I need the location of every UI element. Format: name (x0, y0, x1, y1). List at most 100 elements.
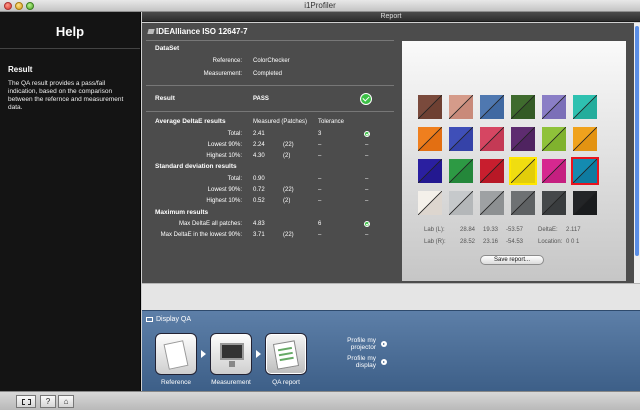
color-swatch[interactable] (542, 127, 566, 151)
color-swatch[interactable] (418, 127, 442, 151)
window-titlebar: i1Profiler (0, 0, 640, 12)
dataset-heading: DataSet (155, 45, 180, 52)
report-title-text: IDEAlliance ISO 12647-7 (156, 27, 248, 36)
color-swatch[interactable] (511, 127, 535, 151)
pass-check-icon (364, 221, 370, 227)
swatch-compare (573, 127, 597, 151)
color-swatch[interactable] (509, 157, 537, 185)
status-value: – (365, 232, 369, 238)
save-report-button[interactable]: Save report... (480, 255, 544, 265)
lab-r-value-l: 28.52 (460, 239, 476, 245)
color-swatch[interactable] (542, 159, 566, 183)
swatch-compare (542, 95, 566, 119)
color-swatch[interactable] (449, 95, 473, 119)
swatch-compare (418, 159, 442, 183)
lab-l-value-l: 28.84 (460, 227, 476, 233)
pass-check-icon (360, 93, 372, 105)
swatch-compare (449, 95, 473, 119)
patch-count: (22) (283, 232, 294, 238)
swatch-compare (449, 127, 473, 151)
tolerance-value: – (318, 153, 322, 159)
home-button[interactable]: ⌂ (58, 395, 74, 408)
swatch-compare (542, 191, 566, 215)
swatch-compare (418, 127, 442, 151)
step-qa-report[interactable] (265, 333, 307, 375)
color-swatch[interactable] (480, 159, 504, 183)
measured-value: 3.71 (253, 232, 265, 238)
lab-l-value-b: -53.57 (506, 227, 524, 233)
step-measurement-label: Measurement (211, 379, 251, 386)
color-swatch[interactable] (511, 95, 535, 119)
workflow-title: Display QA (156, 316, 192, 323)
measurement-value: Completed (253, 71, 283, 77)
result-value: PASS (253, 96, 269, 102)
color-swatch[interactable] (573, 191, 597, 215)
swatch-compare (573, 95, 597, 119)
bottom-toolbar: ? ⌂ (0, 391, 640, 410)
maximum-results-heading: Maximum results (155, 209, 209, 216)
status-value: – (365, 187, 369, 193)
workflow-panel: Display QA Reference Measurement QA repo… (142, 310, 640, 391)
color-swatch[interactable] (480, 127, 504, 151)
lab-r-value-a: 23.16 (483, 239, 499, 245)
result-row: PASS (142, 95, 392, 103)
help-divider (0, 48, 140, 49)
color-swatch[interactable] (542, 191, 566, 215)
color-swatch[interactable] (511, 191, 535, 215)
profile-projector-link[interactable]: Profile my projector (334, 337, 376, 351)
fullscreen-icon (21, 398, 31, 405)
measured-value: 2.41 (253, 131, 265, 137)
patch-count: (2) (283, 198, 291, 204)
fullscreen-button[interactable] (16, 395, 36, 408)
go-arrow-icon[interactable] (381, 359, 387, 365)
deltae-label: DeltaE: (538, 227, 558, 233)
color-swatch[interactable] (449, 127, 473, 151)
swatch-compare (511, 127, 535, 151)
scrollbar-thumb[interactable] (635, 26, 639, 256)
reference-row: Reference: ColorChecker (142, 57, 392, 65)
row-label: Max DeltaE all patches: (178, 221, 242, 227)
color-swatch[interactable] (480, 191, 504, 215)
divider (146, 85, 394, 86)
patch-count: (22) (283, 142, 294, 148)
reference-value: ColorChecker (253, 58, 290, 64)
patch-count: (2) (283, 153, 291, 159)
location-label: Location: (538, 239, 563, 245)
swatch-preview: Lab (L): 28.84 19.33 -53.57 DeltaE: 2.11… (402, 41, 626, 281)
std-deviation-heading: Standard deviation results (155, 163, 237, 170)
color-swatch[interactable] (449, 159, 473, 183)
measurement-row: Measurement: Completed (142, 70, 392, 78)
color-swatch[interactable] (418, 191, 442, 215)
color-swatch[interactable] (573, 127, 597, 151)
tolerance-value: – (318, 176, 322, 182)
lab-l-label: Lab (L): (424, 227, 445, 233)
swatch-compare (480, 127, 504, 151)
patch-count: (22) (283, 187, 294, 193)
column-headers: Measured (Patches) Tolerance (142, 118, 392, 126)
step-measurement[interactable] (210, 333, 252, 375)
color-swatch[interactable] (480, 95, 504, 119)
swatch-compare (449, 191, 473, 215)
status-value: – (365, 176, 369, 182)
help-button[interactable]: ? (40, 395, 56, 408)
result-row: Lowest 90%: 2.24 (22) – – (142, 141, 392, 149)
report-panel: IDEAlliance ISO 12647-7 DataSet Referenc… (142, 23, 634, 283)
row-label: Highest 10%: (206, 153, 242, 159)
color-swatch[interactable] (542, 95, 566, 119)
tolerance-column-header: Tolerance (318, 119, 345, 125)
color-swatch[interactable] (449, 191, 473, 215)
profile-display-link[interactable]: Profile my display (334, 355, 376, 369)
home-icon: ⌂ (63, 397, 69, 406)
color-swatch[interactable] (571, 157, 599, 185)
report-scrollbar[interactable] (634, 23, 640, 283)
tolerance-value: – (318, 187, 322, 193)
step-reference[interactable] (155, 333, 197, 375)
color-swatch[interactable] (418, 95, 442, 119)
swatch-compare (542, 159, 566, 183)
arrow-right-icon (256, 350, 261, 358)
color-swatch[interactable] (418, 159, 442, 183)
swatch-compare (573, 159, 597, 183)
color-swatch[interactable] (573, 95, 597, 119)
result-row: Lowest 90%: 0.72 (22) – – (142, 186, 392, 194)
go-arrow-icon[interactable] (381, 341, 387, 347)
